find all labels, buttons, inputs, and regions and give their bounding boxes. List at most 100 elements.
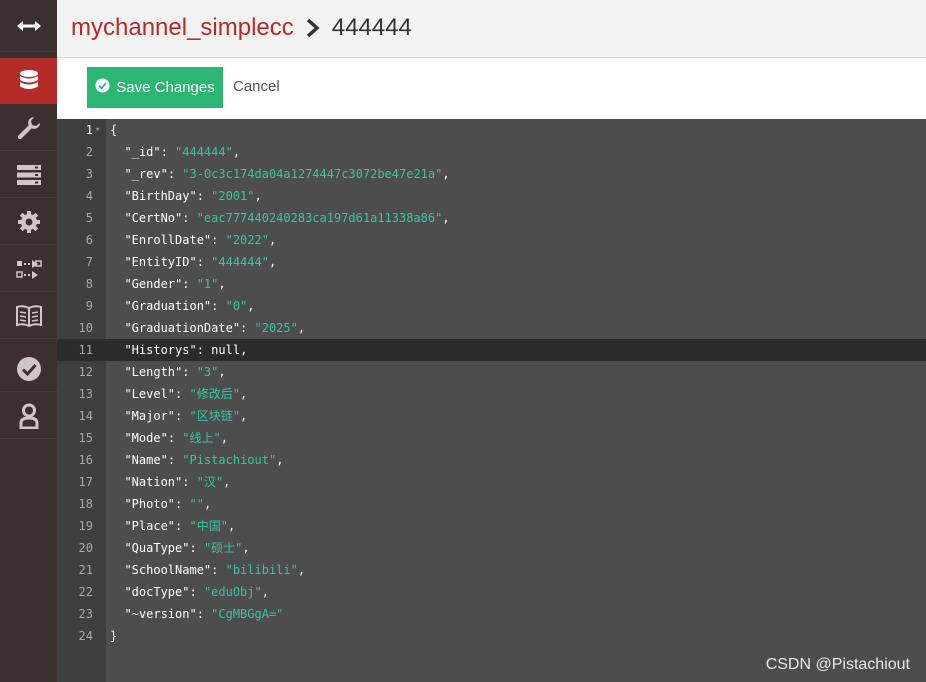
- editor-line[interactable]: 22 "docType": "eduObj",: [57, 581, 926, 603]
- cancel-link[interactable]: Cancel: [233, 78, 280, 96]
- check-circle-icon: [16, 356, 42, 382]
- save-changes-button[interactable]: Save Changes: [87, 67, 223, 108]
- gear-icon: [17, 210, 41, 234]
- json-comma: ,: [232, 145, 241, 159]
- json-value: "Pistachiout": [182, 453, 277, 467]
- json-key: "~version": [124, 607, 197, 621]
- json-key: "QuaType": [124, 541, 190, 555]
- watermark: CSDN @Pistachiout: [765, 656, 910, 673]
- json-key: "BirthDay": [124, 189, 197, 203]
- editor-line[interactable]: 13 "Level": "修改后",: [57, 383, 926, 405]
- json-key: "_rev": [124, 167, 168, 181]
- code-line: "docType": "eduObj",: [124, 585, 269, 599]
- editor-line[interactable]: 3 "_rev": "3-0c3c174da04a1274447c3072be4…: [57, 163, 926, 185]
- header: mychannel_simplecc 444444: [57, 0, 926, 58]
- sidebar-item-setup[interactable]: [0, 105, 57, 151]
- editor-line[interactable]: 6 "EnrollDate": "2022",: [57, 229, 926, 251]
- code-line: "CertNo": "eac777440240283ca197d61a11338…: [124, 211, 450, 225]
- collapse-sidebar-button[interactable]: [0, 0, 57, 52]
- code-line: "Nation": "汉",: [124, 475, 231, 489]
- editor-line[interactable]: 8 "Gender": "1",: [57, 273, 926, 295]
- json-value: "中国": [189, 519, 228, 533]
- line-number: 17: [78, 475, 93, 489]
- json-key: "CertNo": [124, 211, 183, 225]
- json-key: "Major": [124, 409, 176, 423]
- editor-line[interactable]: 24}: [57, 625, 926, 647]
- line-number: 20: [78, 541, 93, 555]
- json-comma: ,: [261, 585, 269, 599]
- json-key: "GraduationDate": [124, 321, 241, 335]
- json-key: "EntityID": [124, 255, 197, 269]
- editor-line[interactable]: 21 "SchoolName": "bilibili",: [57, 559, 926, 581]
- code-line: "EnrollDate": "2022",: [124, 233, 277, 247]
- sidebar-item-documentation[interactable]: [0, 293, 57, 339]
- sidebar-item-config[interactable]: [0, 199, 57, 245]
- json-value: "eac777440240283ca197d61a11338a86": [196, 211, 443, 225]
- json-comma: ,: [227, 519, 236, 533]
- line-number: 21: [78, 563, 93, 577]
- breadcrumb-document-id: 444444: [331, 14, 412, 41]
- line-number: 16: [78, 453, 93, 467]
- sidebar-item-active-tasks[interactable]: [0, 152, 57, 198]
- code-line: }: [110, 625, 117, 647]
- toolbar: Save Changes Cancel: [57, 58, 926, 119]
- database-icon: [18, 69, 40, 93]
- json-value: "硕士": [203, 541, 243, 555]
- sidebar-item-databases[interactable]: [0, 58, 57, 104]
- breadcrumb-database-link[interactable]: mychannel_simplecc: [71, 13, 294, 43]
- json-value: "汉": [196, 475, 224, 489]
- collapse-arrows-icon: [15, 18, 43, 34]
- line-number: 7: [85, 255, 93, 269]
- check-circle-icon: [95, 78, 116, 97]
- editor-line[interactable]: 7 "EntityID": "444444",: [57, 251, 926, 273]
- editor-line[interactable]: 1 ▾ {: [57, 119, 926, 141]
- editor-line[interactable]: 14 "Major": "区块链",: [57, 405, 926, 427]
- json-key: "SchoolName": [124, 563, 212, 577]
- line-number: 15: [78, 431, 93, 445]
- editor-line[interactable]: 4 "BirthDay": "2001",: [57, 185, 926, 207]
- json-value: null: [211, 343, 241, 357]
- line-number: 12: [78, 365, 93, 379]
- json-comma: ,: [218, 277, 226, 291]
- brace: }: [110, 629, 118, 643]
- json-value: "2022": [225, 233, 269, 247]
- editor-line[interactable]: 19 "Place": "中国",: [57, 515, 926, 537]
- wrench-icon: [16, 115, 42, 141]
- json-key: "Photo": [124, 497, 176, 511]
- editor-line[interactable]: 12 "Length": "3",: [57, 361, 926, 383]
- line-number: 2: [85, 145, 93, 159]
- editor-line[interactable]: 9 "Graduation": "0",: [57, 295, 926, 317]
- editor-line[interactable]: 5 "CertNo": "eac777440240283ca197d61a113…: [57, 207, 926, 229]
- editor-line[interactable]: 15 "Mode": "线上",: [57, 427, 926, 449]
- code-line: "Mode": "线上",: [124, 431, 228, 445]
- code-line: "Place": "中国",: [124, 519, 236, 533]
- line-number: 1: [85, 123, 93, 137]
- code-line: {: [110, 119, 117, 141]
- editor-line[interactable]: 16 "Name": "Pistachiout",: [57, 449, 926, 471]
- editor-line[interactable]: 18 "Photo": "",: [57, 493, 926, 515]
- json-comma: ,: [268, 233, 277, 247]
- editor-line[interactable]: 23 "~version": "CgMBGgA=": [57, 603, 926, 625]
- json-comma: ,: [242, 541, 250, 555]
- editor-line[interactable]: 20 "QuaType": "硕士",: [57, 537, 926, 559]
- code-line: "~version": "CgMBGgA=": [124, 607, 284, 621]
- sidebar-item-user[interactable]: [0, 393, 57, 439]
- sidebar-item-replication[interactable]: [0, 246, 57, 292]
- editor-line[interactable]: 10 "GraduationDate": "2025",: [57, 317, 926, 339]
- editor-line[interactable]: 2 "_id": "444444",: [57, 141, 926, 163]
- json-value: "0": [225, 299, 248, 313]
- editor-line[interactable]: 17 "Nation": "汉",: [57, 471, 926, 493]
- json-value: "线上": [182, 431, 221, 445]
- code-line: "Level": "修改后",: [124, 387, 248, 401]
- code-line: "Historys": null,: [124, 343, 248, 357]
- line-number: 5: [85, 211, 93, 225]
- sidebar-item-verify[interactable]: [0, 346, 57, 392]
- code-line: "Gender": "1",: [124, 277, 226, 291]
- json-editor[interactable]: 1 ▾ {2 "_id": "444444", 3 "_rev": "3-0c3c17…: [57, 119, 926, 682]
- fold-toggle-icon[interactable]: ▾: [95, 119, 100, 141]
- json-comma: ,: [297, 563, 306, 577]
- json-key: "Level": [124, 387, 176, 401]
- sidebar: [0, 0, 57, 682]
- line-number: 22: [78, 585, 93, 599]
- editor-line[interactable]: 11 "Historys": null,: [57, 339, 926, 361]
